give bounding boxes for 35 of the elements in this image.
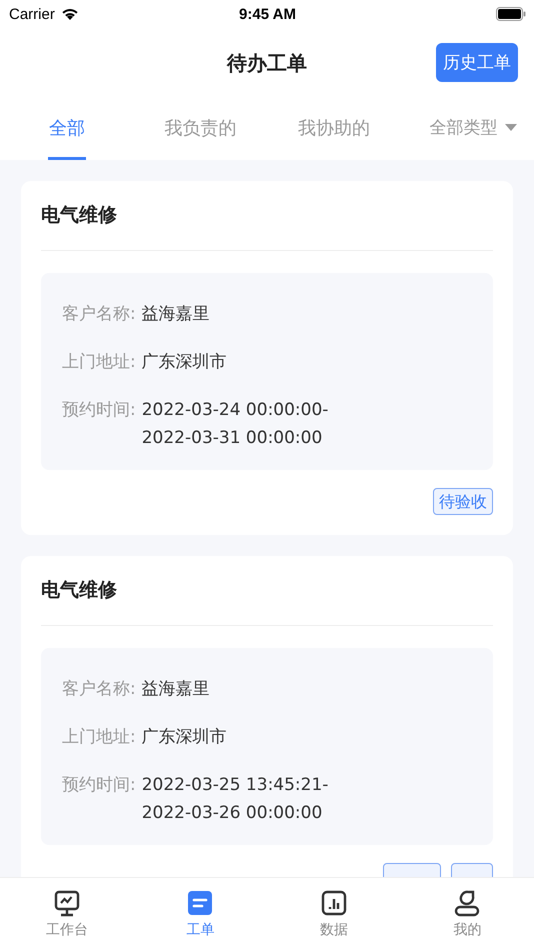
person-icon xyxy=(453,889,482,917)
field-label: 上门地址: xyxy=(62,351,136,374)
bar-chart-icon xyxy=(320,889,348,917)
field-label: 客户名称: xyxy=(62,303,136,326)
history-button[interactable]: 历史工单 xyxy=(436,43,518,82)
field-label: 上门地址: xyxy=(62,726,136,749)
field-value: 益海嘉里 xyxy=(142,678,210,701)
field-label: 预约时间: xyxy=(62,399,136,422)
order-card[interactable]: 电气维修 客户名称: 益海嘉里 上门地址: 广东深圳市 预约时间: 2022-03-25 13:45:21- 2022-03-26 00:00:00 xyxy=(21,556,513,877)
field-label: 预约时间: xyxy=(62,774,136,797)
status-time: 9:45 AM xyxy=(239,6,296,22)
type-dropdown[interactable]: 全部类型 xyxy=(429,98,518,160)
field-value: 益海嘉里 xyxy=(142,303,210,326)
battery-icon xyxy=(496,7,526,21)
monitor-icon xyxy=(52,889,81,917)
wifi-icon xyxy=(60,7,80,21)
nav-tab[interactable]: 工单 xyxy=(134,878,267,950)
filter-tab[interactable]: 我协助的 xyxy=(296,98,371,160)
field-value: 广东深圳市 xyxy=(142,726,227,749)
field-value: 广东深圳市 xyxy=(142,351,227,374)
filter-tab[interactable]: 我负责的 xyxy=(163,98,238,160)
page-title: 待办工单 xyxy=(227,50,307,76)
field-value: 2022-03-25 13:45:21- 2022-03-26 00:00:00 xyxy=(142,774,328,825)
field-label: 客户名称: xyxy=(62,678,136,701)
order-title: 电气维修 xyxy=(41,203,118,228)
order-title: 电气维修 xyxy=(41,578,118,603)
field-value: 2022-03-24 00:00:00- 2022-03-31 00:00:00 xyxy=(142,399,328,450)
caret-icon xyxy=(505,124,518,131)
nav-tab[interactable]: 我的 xyxy=(400,878,534,950)
document-icon xyxy=(186,889,214,917)
nav-tab[interactable]: 工作台 xyxy=(0,878,134,950)
order-card[interactable]: 电气维修 客户名称: 益海嘉里 上门地址: 广东深圳市 预约时间: 2022-03-24 00:00:00- 2022-03-31 00:00:00 待验收 xyxy=(21,181,513,535)
carrier-label: Carrier xyxy=(9,6,55,22)
status-tag: 待验收 xyxy=(433,488,493,515)
nav-tab[interactable]: 数据 xyxy=(267,878,400,950)
